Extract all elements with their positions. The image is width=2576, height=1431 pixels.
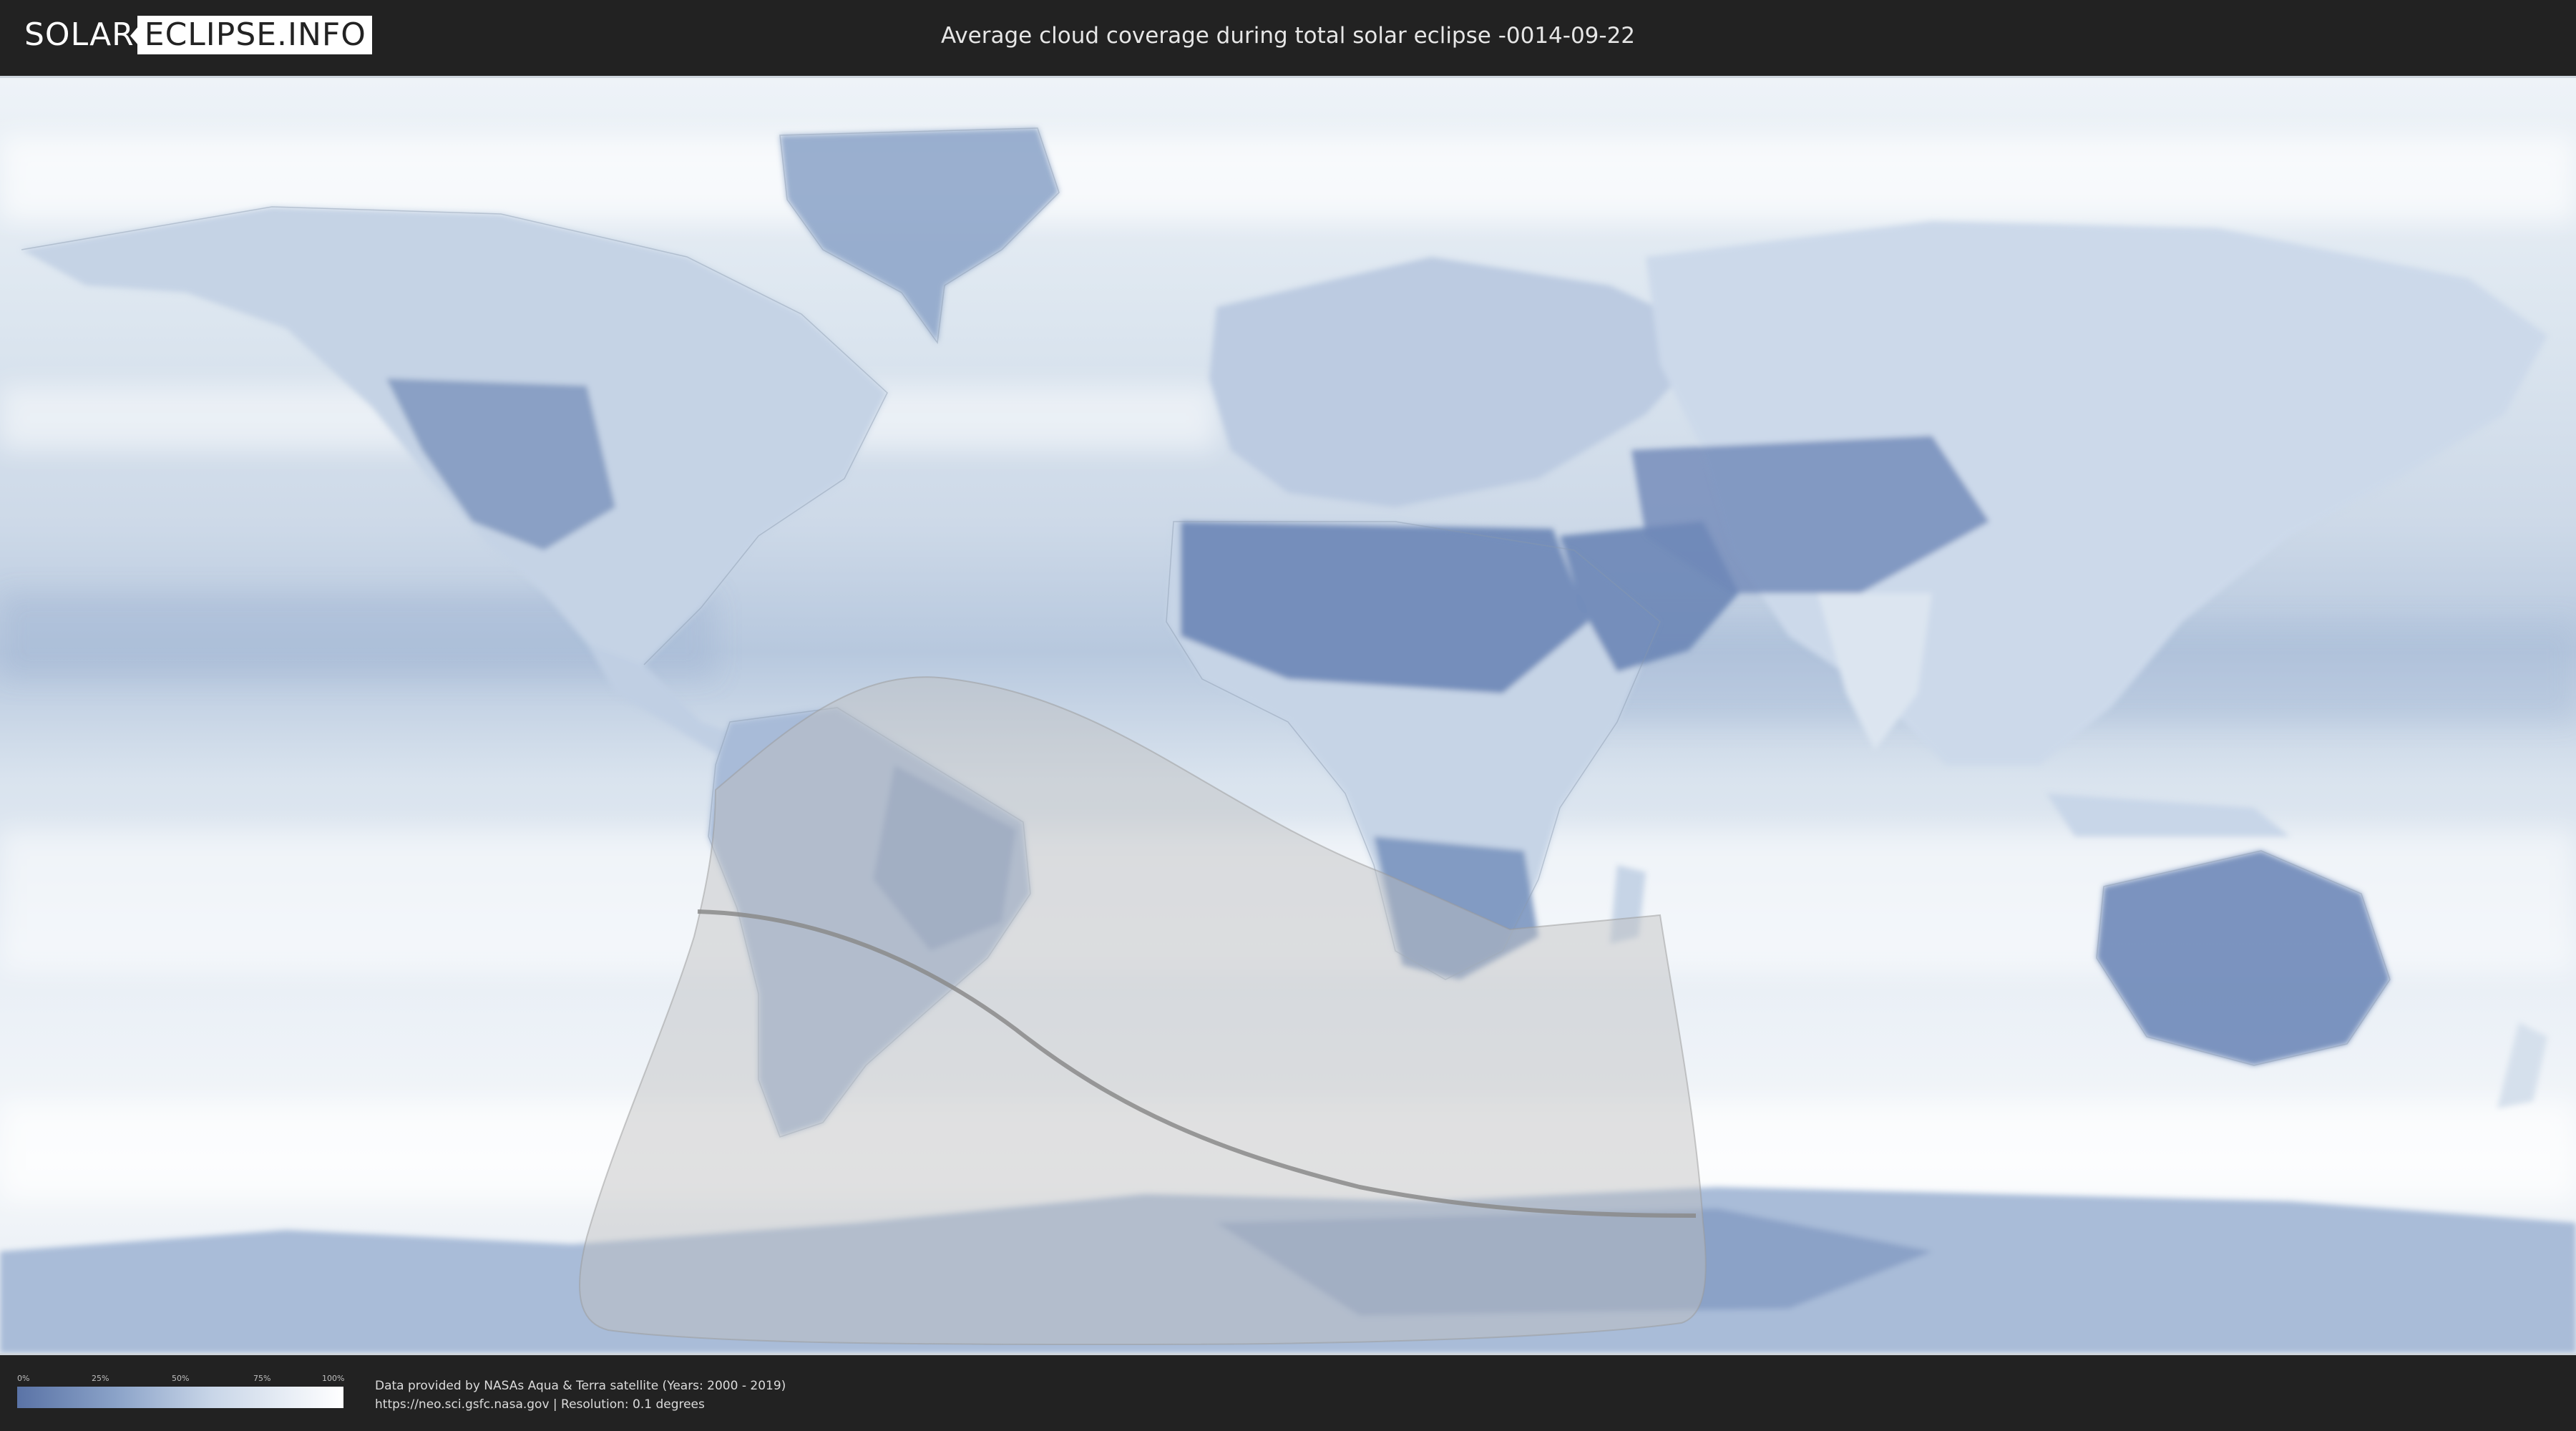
page: SOLAR ECLIPSE.INFO Average cloud coverag… bbox=[0, 0, 2576, 1431]
legend-tick-50: 50% bbox=[172, 1374, 190, 1383]
legend-tick-25: 25% bbox=[92, 1374, 109, 1383]
legend-tick-0: 0% bbox=[17, 1374, 30, 1383]
page-title: Average cloud coverage during total sola… bbox=[940, 23, 1636, 49]
credits-line-source: Data provided by NASAs Aqua & Terra sate… bbox=[375, 1379, 786, 1393]
legend-tick-100: 100% bbox=[322, 1374, 345, 1383]
world-map-svg bbox=[0, 78, 2576, 1353]
legend-tick-75: 75% bbox=[253, 1374, 271, 1383]
header: SOLAR ECLIPSE.INFO Average cloud coverag… bbox=[0, 0, 2576, 72]
cloud-coverage-legend: 0% 25% 50% 75% 100% bbox=[17, 1374, 345, 1417]
credits-line-url[interactable]: https://neo.sci.gsfc.nasa.gov | Resoluti… bbox=[375, 1395, 786, 1414]
legend-gradient-bar bbox=[17, 1387, 343, 1408]
cloud-coverage-map[interactable] bbox=[0, 76, 2576, 1355]
data-credits: Data provided by NASAs Aqua & Terra sate… bbox=[375, 1377, 786, 1414]
footer: 0% 25% 50% 75% 100% Data provided by NAS… bbox=[0, 1355, 2576, 1431]
